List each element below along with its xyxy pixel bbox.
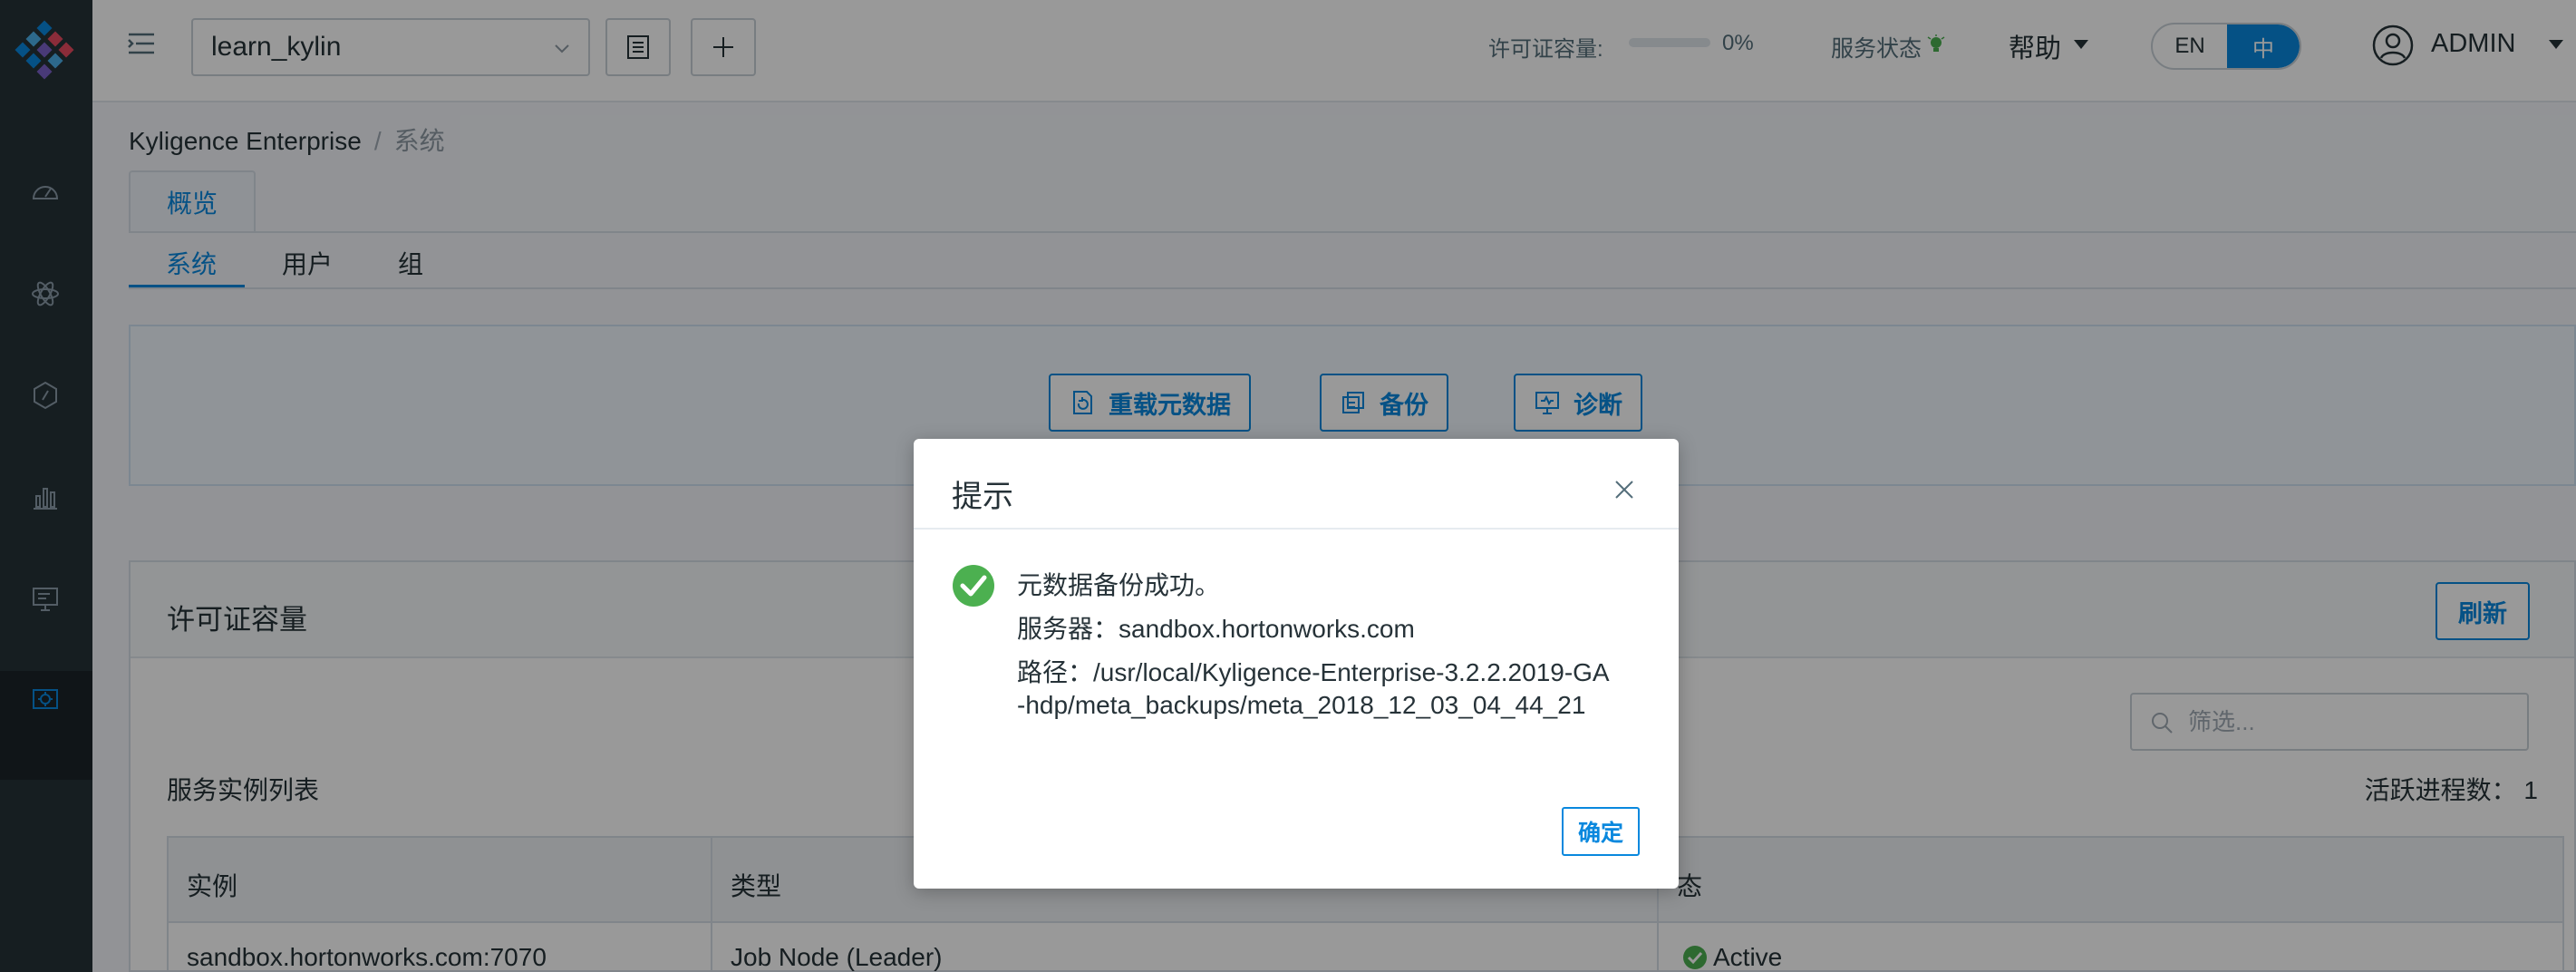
- dialog-message-path-cont: -hdp/meta_backups/meta_2018_12_03_04_44_…: [1017, 691, 1586, 719]
- dialog-message-path: 路径：/usr/local/Kyligence-Enterprise-3.2.2…: [1017, 658, 1610, 686]
- dialog-message-server: 服务器：sandbox.hortonworks.com: [1017, 615, 1415, 643]
- dialog-title: 提示: [952, 480, 1013, 514]
- close-icon[interactable]: [1612, 477, 1637, 502]
- dialog-message-success: 元数据备份成功。: [1017, 571, 1221, 599]
- dialog-divider: [914, 528, 1679, 530]
- backup-success-dialog: 提示 元数据备份成功。 服务器：sandbox.hortonworks.com …: [914, 439, 1679, 889]
- success-check-icon: [953, 565, 994, 607]
- confirm-button[interactable]: 确定: [1562, 807, 1640, 856]
